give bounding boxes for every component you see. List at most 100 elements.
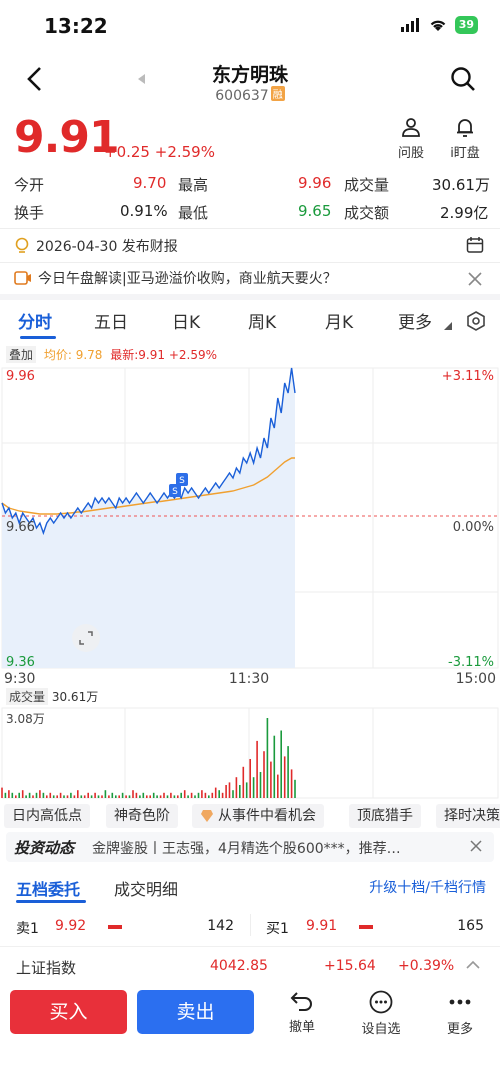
active-tab-underline — [20, 336, 56, 339]
sell1-label: 卖1 — [16, 921, 39, 937]
watch-alert-button[interactable]: i盯盘 — [440, 116, 490, 161]
volume-bar — [166, 795, 169, 798]
volume-bar — [90, 795, 93, 798]
more-dots-circle-icon — [369, 990, 393, 1014]
feature-tab-bottom-hunter[interactable]: 顶底猎手 — [349, 804, 421, 828]
volume-bar — [211, 792, 214, 798]
undo-order-button[interactable]: 撤单 — [272, 990, 332, 1035]
buy1-label: 买1 — [266, 921, 289, 937]
y-bottom-label: 9.36 — [6, 655, 35, 670]
sell-button[interactable]: 卖出 — [137, 990, 254, 1034]
volume-bar — [111, 792, 114, 798]
report-notice[interactable]: 2026-04-30 发布财报 — [14, 236, 178, 256]
calendar-add-icon[interactable] — [466, 236, 484, 254]
volume-value: 30.61万 — [432, 176, 490, 194]
chevron-up-icon[interactable] — [466, 960, 480, 970]
ask-stock-button[interactable]: 问股 — [386, 116, 436, 161]
svg-text:S: S — [172, 487, 178, 497]
news-notice-text: 今日午盘解读|亚马逊溢价收购，商业航天要火？ — [38, 271, 337, 287]
wifi-icon — [430, 20, 445, 31]
volume-bar — [245, 782, 248, 798]
volume-bar — [156, 795, 158, 798]
index-name: 上证指数 — [16, 959, 77, 977]
turnover-label: 换手 — [14, 204, 45, 222]
volume-bar — [4, 792, 7, 798]
volume-bar — [118, 795, 120, 798]
volume-bar — [15, 795, 17, 798]
volume-bar — [283, 756, 286, 798]
volume-bar — [239, 785, 241, 798]
overlay-button[interactable]: 叠加 — [6, 346, 37, 363]
buy-button[interactable]: 买入 — [10, 990, 127, 1034]
close-icon[interactable] — [468, 272, 482, 286]
volume-bar — [101, 795, 103, 798]
upgrade-link[interactable]: 升级十档/千档行情 — [369, 877, 486, 897]
volume-bar — [121, 792, 124, 798]
volume-chip[interactable]: 成交量 — [6, 688, 49, 705]
x-tick-midday: 11:30 — [229, 671, 269, 687]
volume-bar — [270, 761, 272, 798]
close-icon[interactable] — [470, 840, 482, 852]
volume-label: 成交量 — [344, 176, 390, 194]
volume-bar — [66, 795, 69, 798]
volume-bar — [194, 795, 196, 798]
feature-tab-event-opportunity[interactable]: 从事件中看机会 — [192, 804, 324, 828]
y-mid-label: 9.66 — [6, 520, 35, 535]
volume-bar — [1, 787, 3, 798]
volume-bar — [190, 792, 193, 798]
volume-bar — [32, 795, 34, 798]
volume-bar — [163, 792, 165, 798]
volume-bar — [159, 795, 162, 798]
index-ticker[interactable]: 上证指数 4042.85 +15.64 +0.39% — [0, 946, 500, 984]
index-pct: +0.39% — [398, 958, 455, 974]
undo-icon — [290, 992, 312, 1011]
feature-tab-timing[interactable]: 择时决策 — [436, 804, 500, 828]
tab-five-day[interactable]: 五日 — [94, 308, 128, 333]
settings-icon[interactable] — [465, 310, 487, 332]
feature-tab-intraday-hl[interactable]: 日内高低点 — [4, 804, 90, 828]
tab-monthly-k[interactable]: 月K — [325, 308, 353, 333]
order-tab-underline — [16, 900, 86, 903]
search-icon[interactable] — [450, 66, 476, 92]
volume-legend: 成交量 30.61万 — [6, 688, 98, 705]
turnover-value: 0.91% — [120, 202, 168, 220]
stock-code-row: 600637 融 — [0, 86, 500, 104]
tab-more[interactable]: 更多 — [398, 308, 432, 333]
more-label: 更多 — [446, 1022, 473, 1037]
feature-tab-event-label: 从事件中看机会 — [218, 808, 316, 824]
x-tick-close: 15:00 — [456, 671, 496, 687]
add-watchlist-button[interactable]: 设自选 — [351, 990, 411, 1037]
volume-bar — [277, 774, 279, 798]
signal-marker-s[interactable]: S — [169, 484, 181, 497]
more-button[interactable]: 更多 — [430, 990, 490, 1037]
tab-order-book[interactable]: 五档委托 — [16, 876, 80, 900]
volume-chart[interactable]: 3.08万 — [0, 706, 500, 800]
intraday-chart[interactable]: S S 9.96 9.66 9.36 +3.11% 0.00% -3.11% 9… — [0, 364, 500, 689]
sell1-price: 9.92 — [55, 918, 87, 934]
video-icon — [14, 271, 31, 285]
volume-bar — [142, 792, 145, 798]
volume-bar — [180, 792, 182, 798]
news-text: 金牌鉴股丨王志强，4月精选个股600***，推荐… — [92, 841, 401, 857]
volume-bar — [94, 792, 96, 798]
open-label: 今开 — [14, 176, 45, 194]
tab-weekly-k[interactable]: 周K — [248, 308, 276, 333]
volume-bar — [252, 777, 255, 798]
volume-bar — [214, 787, 217, 798]
page-title: 东方明珠 — [211, 64, 288, 86]
tab-trade-detail[interactable]: 成交明细 — [114, 876, 178, 900]
index-change: +15.64 — [324, 958, 376, 974]
news-notice[interactable]: 今日午盘解读|亚马逊溢价收购，商业航天要火？ — [14, 268, 337, 288]
volume-bar — [287, 746, 289, 798]
tab-intraday[interactable]: 分时 — [18, 308, 52, 333]
feature-tab-color-scale[interactable]: 神奇色阶 — [106, 804, 178, 828]
news-banner[interactable]: 投资动态 金牌鉴股丨王志强，4月精选个股600***，推荐… — [6, 832, 494, 862]
volume-bar — [46, 795, 48, 798]
add-watchlist-label: 设自选 — [361, 1022, 401, 1037]
volume-bar — [266, 718, 269, 798]
fullscreen-button[interactable] — [72, 624, 100, 652]
ask-icon — [402, 118, 420, 137]
status-time: 13:22 — [44, 14, 108, 38]
tab-daily-k[interactable]: 日K — [172, 308, 200, 333]
volume-bar — [280, 730, 282, 798]
